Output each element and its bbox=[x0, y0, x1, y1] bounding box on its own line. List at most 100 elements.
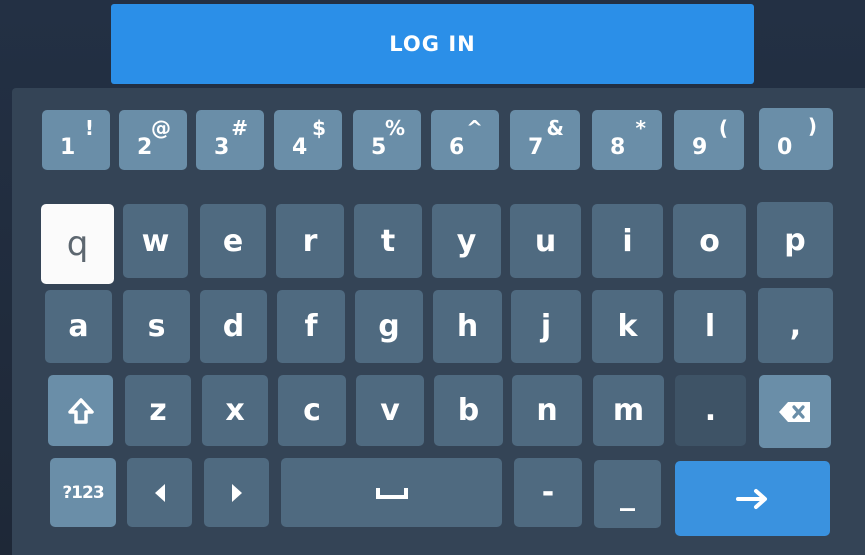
key-label: x bbox=[225, 393, 245, 428]
key-v[interactable]: v bbox=[356, 375, 424, 446]
key-main-label: 6 bbox=[449, 135, 465, 160]
key-label: q bbox=[66, 224, 89, 264]
key-main-label: 3 bbox=[214, 135, 230, 160]
right-arrow-key[interactable] bbox=[204, 458, 269, 527]
key-8[interactable]: 8 * bbox=[592, 110, 662, 170]
key-d[interactable]: d bbox=[200, 290, 267, 363]
key-l[interactable]: l bbox=[674, 290, 746, 363]
key-w[interactable]: w bbox=[123, 204, 188, 278]
key-label: b bbox=[457, 393, 480, 428]
key-label: a bbox=[68, 309, 89, 344]
key-r[interactable]: r bbox=[276, 204, 344, 278]
key-alt-label: ^ bbox=[466, 116, 483, 140]
key-p[interactable]: p bbox=[757, 202, 833, 278]
key-k[interactable]: k bbox=[592, 290, 663, 363]
backspace-key[interactable] bbox=[759, 375, 831, 448]
key-main-label: 4 bbox=[292, 135, 308, 160]
key-period[interactable]: . bbox=[675, 375, 746, 446]
key-alt-label: $ bbox=[312, 116, 326, 140]
key-x[interactable]: x bbox=[202, 375, 268, 446]
key-3[interactable]: 3 # bbox=[196, 110, 264, 170]
key-z[interactable]: z bbox=[125, 375, 191, 446]
key-label: n bbox=[536, 393, 558, 428]
key-i[interactable]: i bbox=[592, 204, 663, 278]
key-label: s bbox=[147, 309, 166, 344]
shift-key[interactable] bbox=[48, 375, 113, 446]
key-a[interactable]: a bbox=[45, 290, 112, 363]
key-n[interactable]: n bbox=[512, 375, 582, 446]
key-label: m bbox=[612, 393, 645, 428]
key-h[interactable]: h bbox=[433, 290, 502, 363]
key-o[interactable]: o bbox=[673, 204, 746, 278]
key-label: ?123 bbox=[62, 482, 104, 503]
key-6[interactable]: 6 ^ bbox=[431, 110, 499, 170]
key-f[interactable]: f bbox=[277, 290, 345, 363]
key-1[interactable]: 1 ! bbox=[42, 110, 110, 170]
key-5[interactable]: 5 % bbox=[353, 110, 421, 170]
key-label: , bbox=[789, 308, 802, 343]
key-label: h bbox=[456, 309, 479, 344]
key-u[interactable]: u bbox=[510, 204, 581, 278]
key-m[interactable]: m bbox=[593, 375, 664, 446]
key-alt-label: & bbox=[546, 116, 564, 140]
key-alt-label: % bbox=[384, 116, 405, 140]
key-label: - bbox=[541, 475, 555, 510]
key-2[interactable]: 2 @ bbox=[119, 110, 187, 170]
key-label: . bbox=[704, 393, 717, 428]
key-label: _ bbox=[620, 476, 635, 512]
key-0[interactable]: 0 ) bbox=[759, 108, 833, 170]
key-alt-label: ! bbox=[84, 116, 94, 140]
key-alt-label: ) bbox=[807, 114, 817, 138]
key-e[interactable]: e bbox=[200, 204, 266, 278]
key-label: v bbox=[380, 393, 400, 428]
key-label: e bbox=[222, 223, 244, 259]
space-icon bbox=[375, 486, 409, 500]
key-q[interactable]: q bbox=[41, 204, 114, 284]
backspace-icon bbox=[777, 400, 813, 424]
key-label: w bbox=[141, 223, 170, 259]
key-s[interactable]: s bbox=[123, 290, 190, 363]
key-7[interactable]: 7 & bbox=[510, 110, 580, 170]
symbols-key[interactable]: ?123 bbox=[50, 458, 116, 527]
screen: LOG IN 1 ! 2 @ 3 # 4 $ 5 % 6 ^ 7 & 8 * 9… bbox=[0, 0, 865, 555]
key-label: i bbox=[622, 223, 633, 259]
login-button[interactable]: LOG IN bbox=[111, 4, 754, 84]
on-screen-keyboard: 1 ! 2 @ 3 # 4 $ 5 % 6 ^ 7 & 8 * 9 (0) … bbox=[12, 88, 865, 555]
key-c[interactable]: c bbox=[278, 375, 346, 446]
key-t[interactable]: t bbox=[354, 204, 422, 278]
key-comma[interactable]: , bbox=[758, 288, 833, 363]
key-main-label: 1 bbox=[60, 135, 76, 160]
key-9[interactable]: 9 ( bbox=[674, 110, 744, 170]
key-j[interactable]: j bbox=[511, 290, 581, 363]
key-label: j bbox=[540, 309, 552, 344]
key-label: t bbox=[380, 223, 396, 259]
key-4[interactable]: 4 $ bbox=[274, 110, 342, 170]
key-main-label: 7 bbox=[528, 135, 544, 160]
arrow-left-icon bbox=[153, 483, 167, 503]
key-b[interactable]: b bbox=[434, 375, 503, 446]
key-label: d bbox=[222, 309, 245, 344]
underscore-key[interactable]: _ bbox=[594, 460, 661, 528]
key-main-label: 9 bbox=[692, 135, 708, 160]
key-g[interactable]: g bbox=[355, 290, 423, 363]
space-key[interactable] bbox=[281, 458, 502, 527]
key-main-label: 0 bbox=[777, 135, 793, 160]
key-label: y bbox=[456, 223, 477, 259]
shift-icon bbox=[67, 397, 95, 425]
key-alt-label: * bbox=[635, 116, 646, 140]
key-label: k bbox=[617, 309, 638, 344]
key-alt-label: ( bbox=[718, 116, 728, 140]
key-alt-label: @ bbox=[151, 116, 171, 140]
dash-key[interactable]: - bbox=[514, 458, 582, 527]
key-label: f bbox=[304, 309, 318, 344]
key-label: l bbox=[704, 309, 716, 344]
key-label: g bbox=[378, 309, 400, 344]
enter-key[interactable] bbox=[675, 461, 830, 536]
left-arrow-key[interactable] bbox=[127, 458, 192, 527]
key-label: u bbox=[534, 223, 557, 259]
key-label: z bbox=[149, 393, 167, 428]
key-y[interactable]: y bbox=[432, 204, 501, 278]
key-alt-label: # bbox=[231, 116, 248, 140]
key-label: c bbox=[303, 393, 321, 428]
key-label: o bbox=[699, 223, 720, 259]
